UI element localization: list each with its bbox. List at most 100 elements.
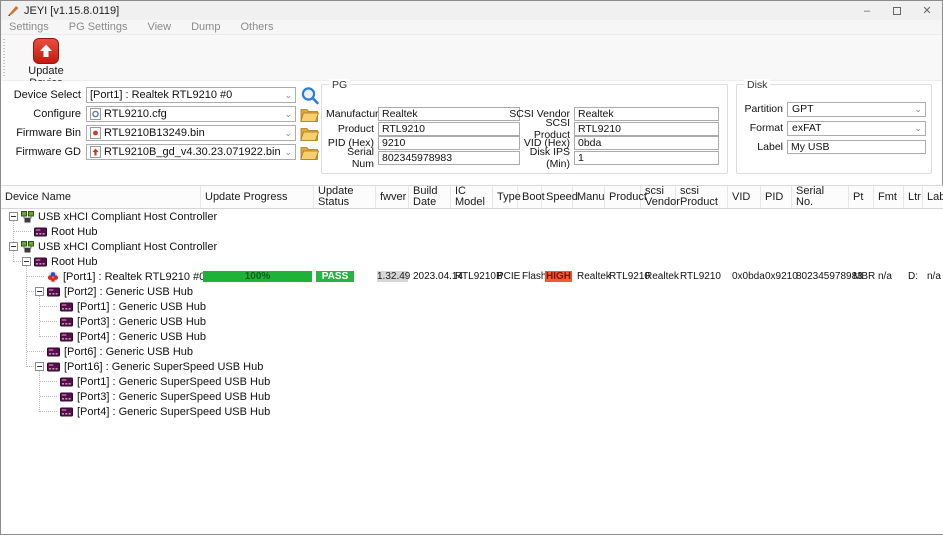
device-select-label: Device Select xyxy=(1,89,86,101)
tree-row--port6-generic-usb-hub[interactable]: [Port6] : Generic USB Hub xyxy=(1,344,943,359)
menu-others[interactable]: Others xyxy=(240,21,273,33)
tree-row--port2-generic-usb-hub[interactable]: [Port2] : Generic USB Hub xyxy=(1,284,943,299)
tree-row--port1-generic-superspeed-usb-hub[interactable]: [Port1] : Generic SuperSpeed USB Hub xyxy=(1,374,943,389)
column-header-type[interactable]: Type xyxy=(493,186,518,208)
chevron-down-icon: ⌄ xyxy=(284,90,292,101)
firmware-bin-dropdown[interactable]: RTL9210B13249.bin ⌄ xyxy=(86,125,296,141)
tree-row-root-hub[interactable]: Root Hub xyxy=(1,254,943,269)
toolbar: Update Device xyxy=(1,35,942,81)
expander-minus-icon[interactable] xyxy=(22,257,31,266)
speed-badge: HIGH xyxy=(545,271,572,282)
partition-value: GPT xyxy=(792,103,814,115)
maximize-button[interactable] xyxy=(882,1,912,20)
serial-num-field[interactable] xyxy=(378,151,520,165)
column-header-ic-model[interactable]: IC Model xyxy=(451,186,493,208)
column-header-boot[interactable]: Boot xyxy=(518,186,542,208)
column-header-update-status[interactable]: Update Status xyxy=(314,186,376,208)
device-row-cell-type: PCIE xyxy=(497,269,520,284)
tree-guide xyxy=(27,366,35,367)
chevron-down-icon: ⌄ xyxy=(284,128,292,139)
pid-hex-field[interactable] xyxy=(378,136,520,150)
disk-ips-field[interactable] xyxy=(574,151,719,165)
tree-row--port4-generic-usb-hub[interactable]: [Port4] : Generic USB Hub xyxy=(1,329,943,344)
tree-row-label: [Port3] : Generic USB Hub xyxy=(77,316,206,328)
configure-value: RTL9210.cfg xyxy=(104,108,167,120)
column-header-vid[interactable]: VID xyxy=(728,186,761,208)
vid-hex-field[interactable] xyxy=(574,136,719,150)
tree-guide xyxy=(39,371,40,412)
column-header-scsi-product[interactable]: scsi Product xyxy=(676,186,728,208)
hub-icon xyxy=(60,332,73,342)
column-header-manu[interactable]: Manu xyxy=(573,186,605,208)
folder-icon[interactable] xyxy=(300,145,319,160)
expander-minus-icon[interactable] xyxy=(9,212,18,221)
scsi-vendor-field[interactable] xyxy=(574,107,719,121)
column-header-speed[interactable]: Speed xyxy=(542,186,573,208)
folder-icon[interactable] xyxy=(300,107,319,122)
tree-row--port3-generic-superspeed-usb-hub[interactable]: [Port3] : Generic SuperSpeed USB Hub xyxy=(1,389,943,404)
device-select-dropdown[interactable]: [Port1] : Realtek RTL9210 #0 ⌄ xyxy=(86,87,296,103)
expander-minus-icon[interactable] xyxy=(35,287,44,296)
search-icon[interactable] xyxy=(300,86,320,105)
device-row-cell-boot: Flash xyxy=(522,269,546,284)
firmware-gd-dropdown[interactable]: RTL9210B_gd_v4.30.23.071922.bin ⌄ xyxy=(86,144,296,160)
column-header-build-date[interactable]: Build Date xyxy=(409,186,451,208)
column-header-update-progress[interactable]: Update Progress xyxy=(201,186,314,208)
column-header-device-name[interactable]: Device Name xyxy=(1,186,201,208)
expander-minus-icon[interactable] xyxy=(35,362,44,371)
tree-row-usb-xhci-compliant-host-controller[interactable]: USB xHCI Compliant Host Controller xyxy=(1,209,943,224)
menu-dump[interactable]: Dump xyxy=(191,21,220,33)
menu-view[interactable]: View xyxy=(147,21,171,33)
partition-dropdown[interactable]: GPT ⌄ xyxy=(787,102,926,117)
product-label: Product xyxy=(326,123,378,135)
column-header-ltr[interactable]: Ltr xyxy=(904,186,923,208)
column-header-pt[interactable]: Pt xyxy=(849,186,874,208)
tree-row-label: Root Hub xyxy=(51,226,97,238)
partition-label: Partition xyxy=(739,103,787,115)
minimize-button[interactable]: – xyxy=(852,1,882,20)
tree-row-label: Root Hub xyxy=(51,256,97,268)
disk-groupbox: Disk Partition GPT ⌄ Format exFAT ⌄ Labe… xyxy=(736,84,932,174)
tree-row--port16-generic-superspeed-usb-hub[interactable]: [Port16] : Generic SuperSpeed USB Hub xyxy=(1,359,943,374)
tree-row--port4-generic-superspeed-usb-hub[interactable]: [Port4] : Generic SuperSpeed USB Hub xyxy=(1,404,943,419)
bin-file-icon xyxy=(90,127,101,139)
tree-row--port1-generic-usb-hub[interactable]: [Port1] : Generic USB Hub xyxy=(1,299,943,314)
scsi-product-field[interactable] xyxy=(574,122,719,136)
column-header-serial-no-[interactable]: Serial No. xyxy=(792,186,849,208)
tree-row-label: USB xHCI Compliant Host Controller xyxy=(38,241,217,253)
tree-row-usb-xhci-compliant-host-controller[interactable]: USB xHCI Compliant Host Controller xyxy=(1,239,943,254)
configure-dropdown[interactable]: RTL9210.cfg ⌄ xyxy=(86,106,296,122)
tree-row--port3-generic-usb-hub[interactable]: [Port3] : Generic USB Hub xyxy=(1,314,943,329)
product-field[interactable] xyxy=(378,122,520,136)
device-select-value: [Port1] : Realtek RTL9210 #0 xyxy=(90,89,232,101)
configure-label: Configure xyxy=(1,108,86,120)
column-header-scsi-vendor[interactable]: scsi Vendor xyxy=(641,186,676,208)
folder-icon[interactable] xyxy=(300,126,319,141)
tree-row-label: [Port1] : Realtek RTL9210 #0 xyxy=(63,271,205,283)
tree-guide xyxy=(40,321,58,322)
device-row-cell-pt: MBR xyxy=(853,269,875,284)
column-header-fmt[interactable]: Fmt xyxy=(874,186,904,208)
firmware-bin-label: Firmware Bin xyxy=(1,127,86,139)
format-value: exFAT xyxy=(792,122,822,134)
column-header-pid[interactable]: PID xyxy=(761,186,792,208)
tree-guide xyxy=(40,336,58,337)
expander-minus-icon[interactable] xyxy=(9,242,18,251)
column-header-product[interactable]: Product xyxy=(605,186,641,208)
tree-guide xyxy=(27,351,45,352)
update-arrow-icon xyxy=(33,38,59,64)
tree-row-label: [Port1] : Generic USB Hub xyxy=(77,301,206,313)
format-dropdown[interactable]: exFAT ⌄ xyxy=(787,121,926,136)
tree-row-root-hub[interactable]: Root Hub xyxy=(1,224,943,239)
disk-label-field[interactable] xyxy=(787,140,926,154)
close-button[interactable]: ✕ xyxy=(912,1,942,20)
hub-icon xyxy=(60,317,73,327)
column-header-label[interactable]: Label xyxy=(923,186,943,208)
disk-groupbox-title: Disk xyxy=(744,79,770,91)
menu-settings[interactable]: Settings xyxy=(9,21,49,33)
window-title: JEYI [v1.15.8.0119] xyxy=(24,5,852,17)
menu-pg-settings[interactable]: PG Settings xyxy=(69,21,128,33)
column-header-fwver[interactable]: fwver xyxy=(376,186,409,208)
manufacturer-field[interactable] xyxy=(378,107,520,121)
tree-row-label: USB xHCI Compliant Host Controller xyxy=(38,211,217,223)
